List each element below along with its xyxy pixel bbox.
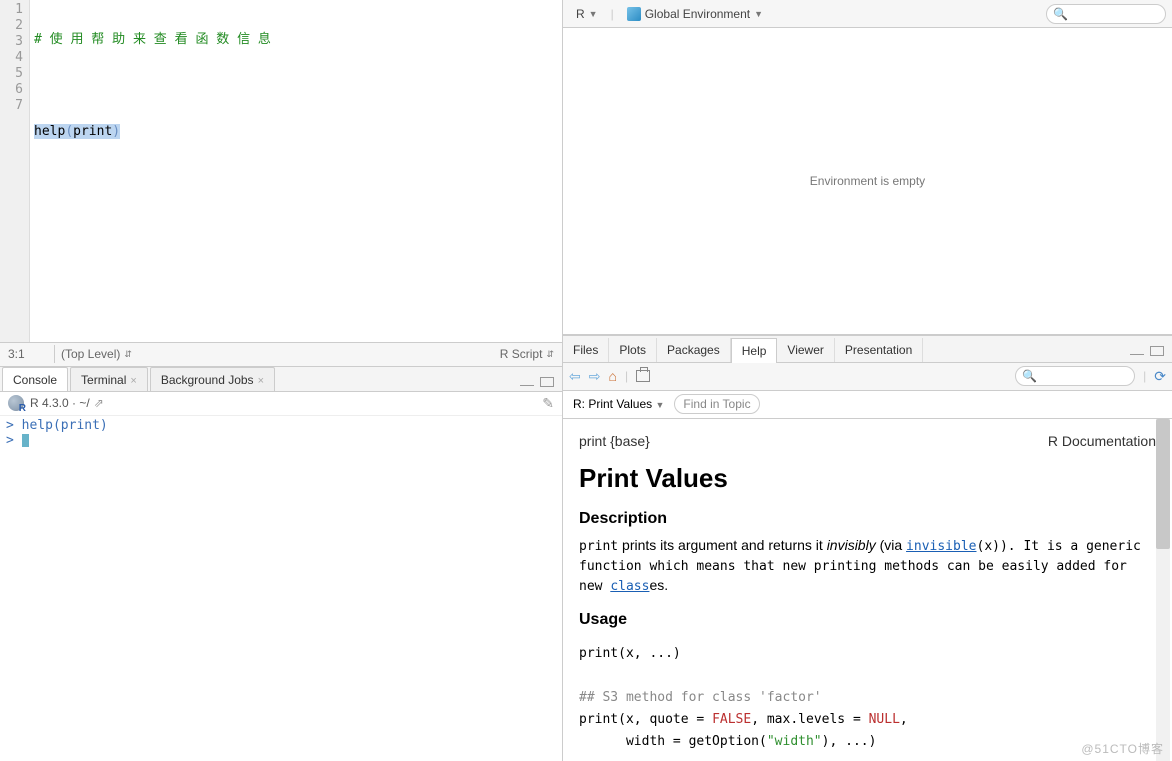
environment-toolbar: R ▼ | Global Environment ▼ 🔍 (563, 0, 1172, 28)
language-selector[interactable]: R Script ⇵ (500, 347, 554, 361)
console-tabbar: Console Terminal× Background Jobs× (0, 366, 562, 392)
help-breadcrumb-bar: R: Print Values ▼ Find in Topic (563, 391, 1172, 419)
console-output[interactable]: > help(print) > (0, 416, 562, 761)
forward-icon[interactable]: ⇨ (589, 368, 601, 385)
close-icon[interactable]: × (130, 375, 136, 387)
clear-console-icon[interactable]: ✎ (542, 395, 554, 412)
popout-icon[interactable]: ⇗ (94, 396, 104, 410)
tab-viewer[interactable]: Viewer (777, 338, 834, 362)
code-token-arg: print (73, 124, 112, 139)
code-line-1: # 使 用 帮 助 来 查 看 函 数 信 息 (34, 32, 271, 47)
tab-files[interactable]: Files (563, 338, 609, 362)
editor-code[interactable]: # 使 用 帮 助 来 查 看 函 数 信 息 help(print) (30, 0, 275, 342)
maximize-pane-icon[interactable] (1150, 346, 1164, 356)
help-search[interactable]: 🔍 (1015, 366, 1135, 386)
link-invisible[interactable]: invisible (906, 539, 976, 554)
editor-gutter: 1234567 (0, 0, 30, 342)
environment-empty-message: Environment is empty (563, 28, 1172, 334)
maximize-pane-icon[interactable] (540, 377, 554, 387)
editor-statusbar: 3:1 (Top Level) ⇵ R Script ⇵ (0, 342, 562, 366)
help-toolbar: ⇦ ⇨ ⌂ | 🔍 | ⟳ (563, 363, 1172, 391)
tab-help[interactable]: Help (731, 338, 778, 363)
console-prompt: > (6, 433, 14, 448)
help-section-description: Description (579, 510, 1156, 528)
minimize-pane-icon[interactable] (1130, 346, 1144, 355)
scope-selector[interactable]: (Top Level) ⇵ (61, 347, 500, 361)
env-language-selector[interactable]: R ▼ (569, 4, 605, 24)
back-icon[interactable]: ⇦ (569, 368, 581, 385)
link-class[interactable]: class (610, 579, 649, 594)
minimize-pane-icon[interactable] (520, 377, 534, 386)
close-icon[interactable]: × (258, 375, 264, 387)
help-section-usage: Usage (579, 611, 1156, 629)
help-pkg: print {base} (579, 433, 650, 449)
console-version: R 4.3.0 · ~/ (30, 396, 90, 410)
help-content[interactable]: print {base} R Documentation Print Value… (563, 419, 1172, 761)
cursor-position: 3:1 (8, 347, 48, 361)
help-pane-tabs: Files Plots Packages Help Viewer Present… (563, 335, 1172, 363)
search-icon: 🔍 (1022, 369, 1037, 383)
tab-background-jobs[interactable]: Background Jobs× (150, 367, 275, 391)
help-search-input[interactable] (1041, 369, 1128, 383)
cursor-icon (22, 434, 29, 447)
env-scope-selector[interactable]: Global Environment ▼ (620, 4, 770, 24)
home-icon[interactable]: ⌂ (608, 368, 616, 384)
console-toolbar: R 4.3.0 · ~/ ⇗ ✎ (0, 392, 562, 416)
tab-plots[interactable]: Plots (609, 338, 657, 362)
find-in-topic[interactable]: Find in Topic (674, 394, 759, 414)
refresh-icon[interactable]: ⟳ (1154, 368, 1166, 385)
help-title: Print Values (579, 463, 1156, 494)
code-token-func: help (34, 124, 65, 139)
popout-window-icon[interactable] (636, 370, 650, 382)
console-prompt: > (6, 418, 14, 433)
r-logo-icon (8, 395, 24, 411)
scrollbar-thumb[interactable] (1156, 419, 1170, 549)
tab-packages[interactable]: Packages (657, 338, 731, 362)
console-call: help(print) (22, 418, 108, 433)
tab-console[interactable]: Console (2, 367, 68, 391)
help-usage-code: print(x, ...) ## S3 method for class 'fa… (579, 643, 1156, 753)
tab-presentation[interactable]: Presentation (835, 338, 923, 362)
help-description-text: print prints its argument and returns it… (579, 536, 1156, 597)
env-search[interactable]: 🔍 (1046, 4, 1166, 24)
env-search-input[interactable] (1072, 7, 1159, 21)
tab-terminal[interactable]: Terminal× (70, 367, 148, 391)
source-editor[interactable]: 1234567 # 使 用 帮 助 来 查 看 函 数 信 息 help(pri… (0, 0, 562, 342)
watermark: @51CTO博客 (1081, 740, 1164, 757)
search-icon: 🔍 (1053, 7, 1068, 21)
help-breadcrumb[interactable]: R: Print Values ▼ (573, 397, 664, 411)
cube-icon (627, 7, 641, 21)
help-doc-label: R Documentation (1048, 433, 1156, 449)
